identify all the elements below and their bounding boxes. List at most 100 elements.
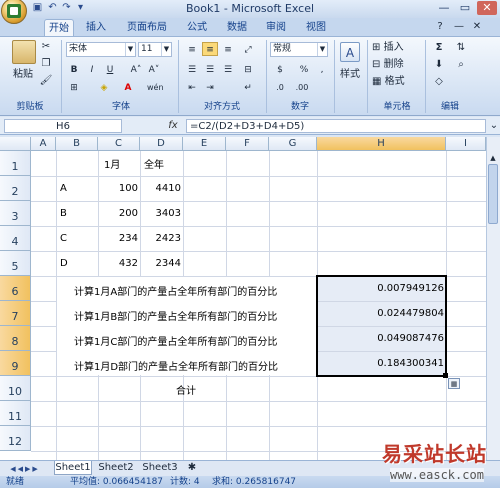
cell-b7[interactable]: 计算1月B部门的产量占全年所有部门的百分比 [74,308,277,323]
select-all-button[interactable] [0,137,31,151]
cell-b8[interactable]: 计算1月C部门的产量占全年所有部门的百分比 [74,333,277,348]
column-header-e[interactable]: E [183,137,226,151]
column-header-b[interactable]: B [56,137,98,151]
phonetic-button[interactable]: wén [146,80,164,94]
tab-page-layout[interactable]: 页面布局 [122,19,172,36]
format-painter-icon[interactable]: 🖌 [38,74,54,88]
row-header-10[interactable]: 10 [0,376,31,401]
column-header-g[interactable]: G [269,137,317,151]
close-button[interactable]: ✕ [477,1,497,15]
paste-icon[interactable] [12,40,36,64]
chevron-down-icon[interactable]: ▼ [161,43,171,56]
tab-home[interactable]: 开始 [44,19,74,36]
cell-d2[interactable]: 4410 [140,183,181,194]
insert-cells-button[interactable]: ⊞ 插入 [372,41,420,55]
tab-review[interactable]: 审阅 [262,19,290,36]
redo-icon[interactable]: ↷ [60,2,73,14]
cell-d4[interactable]: 2423 [140,233,181,244]
align-right-icon[interactable]: ☰ [220,62,236,76]
column-header-c[interactable]: C [98,137,140,151]
find-select-icon[interactable]: ⌕ [452,58,470,72]
row-header-3[interactable]: 3 [0,201,31,226]
cell-b2[interactable]: A [60,183,67,194]
sheet-nav-icon[interactable]: ◀◀▶▶ [2,462,48,476]
copy-icon[interactable]: ❐ [38,57,54,71]
currency-icon[interactable]: $ [272,62,288,76]
percent-button[interactable]: % [296,62,312,76]
column-header-h[interactable]: H [317,137,446,151]
styles-button[interactable]: 样式 [336,68,364,82]
tab-insert[interactable]: 插入 [82,19,110,36]
sheet-tab-3[interactable]: Sheet3 [140,461,180,475]
cell-b4[interactable]: C [60,233,67,244]
delete-cells-button[interactable]: ⊟ 删除 [372,58,420,72]
decrease-decimal-icon[interactable]: .00 [294,80,310,94]
cell-b3[interactable]: B [60,208,67,219]
align-middle-icon[interactable]: ≡ [202,42,218,56]
font-name-combo[interactable]: 宋体 ▼ [66,42,136,57]
increase-decimal-icon[interactable]: .0 [272,80,288,94]
row-header-1[interactable]: 1 [0,151,31,176]
cell-b9[interactable]: 计算1月D部门的产量占全年所有部门的百分比 [74,358,278,373]
align-left-icon[interactable]: ☰ [184,62,200,76]
row-header-11[interactable]: 11 [0,401,31,426]
fill-icon[interactable]: ⬇ [430,58,448,72]
ribbon-close-icon[interactable]: ✕ [470,20,484,34]
cut-icon[interactable]: ✂ [38,40,54,54]
row-header-7[interactable]: 7 [0,301,31,326]
row-header-8[interactable]: 8 [0,326,31,351]
paste-button[interactable]: 粘贴 [8,68,38,82]
cell-d5[interactable]: 2344 [140,258,181,269]
grow-font-button[interactable]: A˄ [128,62,144,76]
row-header-2[interactable]: 2 [0,176,31,201]
comma-button[interactable]: , [314,62,330,76]
row-header-6[interactable]: 6 [0,276,31,301]
sort-filter-icon[interactable]: ⇅ [452,41,470,55]
font-color-button[interactable]: A [120,80,136,94]
chevron-down-icon[interactable]: ▼ [125,43,135,56]
decrease-indent-icon[interactable]: ⇤ [184,80,200,94]
cell-c3[interactable]: 200 [98,208,138,219]
expand-formula-bar-icon[interactable]: ⌄ [488,119,500,133]
align-bottom-icon[interactable]: ≡ [220,42,236,56]
sheet-tab-2[interactable]: Sheet2 [96,461,136,475]
align-top-icon[interactable]: ≡ [184,42,200,56]
row-header-9[interactable]: 9 [0,351,31,376]
name-box[interactable]: H6 [4,119,122,133]
autosum-button[interactable]: Σ [430,41,448,55]
minimize-button[interactable]: — [434,1,454,15]
increase-indent-icon[interactable]: ⇥ [202,80,218,94]
row-header-12[interactable]: 12 [0,426,31,451]
cell-b6[interactable]: 计算1月A部门的产量占全年所有部门的百分比 [74,283,277,298]
column-header-d[interactable]: D [140,137,183,151]
cell-c4[interactable]: 234 [98,233,138,244]
font-size-combo[interactable]: 11 ▼ [138,42,172,57]
orientation-icon[interactable]: ⤢ [240,42,256,56]
cell-c5[interactable]: 432 [98,258,138,269]
paste-options-icon[interactable]: ▦ [448,378,460,389]
scroll-thumb[interactable] [488,164,498,224]
column-header-a[interactable]: A [31,137,56,151]
tab-data[interactable]: 数据 [223,19,251,36]
underline-button[interactable]: U [102,62,118,76]
row-header-5[interactable]: 5 [0,251,31,276]
chevron-down-icon[interactable]: ▼ [317,43,327,56]
undo-icon[interactable]: ↶ [46,2,59,14]
ribbon-minimize-icon[interactable]: — [452,20,466,34]
bold-button[interactable]: B [66,62,82,76]
tab-view[interactable]: 视图 [302,19,330,36]
save-icon[interactable]: ▣ [31,2,44,14]
align-center-icon[interactable]: ☰ [202,62,218,76]
column-header-f[interactable]: F [226,137,269,151]
column-header-i[interactable]: I [446,137,486,151]
cell-d3[interactable]: 3403 [140,208,181,219]
quick-access-dropdown-icon[interactable]: ▾ [74,2,87,14]
clear-icon[interactable]: ◇ [430,75,448,89]
formula-input[interactable]: =C2/(D2+D3+D4+D5) [186,119,486,133]
new-sheet-icon[interactable]: ✱ [184,461,200,475]
cell-d10[interactable]: 合计 [176,382,196,397]
wrap-text-icon[interactable]: ↵ [240,80,256,94]
styles-icon[interactable]: A [340,42,360,62]
scroll-up-icon[interactable]: ▲ [487,151,499,165]
italic-button[interactable]: I [84,62,100,76]
